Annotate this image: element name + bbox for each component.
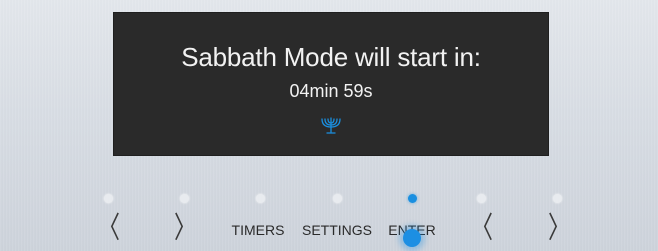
touch-indicator — [403, 229, 421, 247]
timers-button[interactable]: TIMERS — [230, 216, 286, 244]
indicator-dot — [477, 194, 486, 203]
left-next-button[interactable]: 〉 — [174, 209, 196, 247]
settings-button[interactable]: SETTINGS — [298, 216, 376, 244]
indicator-dot — [256, 194, 265, 203]
right-prev-button[interactable]: 〈 — [471, 209, 493, 247]
right-next-button[interactable]: 〉 — [548, 209, 570, 247]
indicator-dot — [553, 194, 562, 203]
control-panel: 〈 〉 TIMERS SETTINGS ENTER 〈 〉 — [0, 0, 658, 251]
indicator-dot — [180, 194, 189, 203]
indicator-dot — [104, 194, 113, 203]
left-prev-button[interactable]: 〈 — [98, 209, 120, 247]
enter-indicator-dot — [408, 194, 417, 203]
indicator-dot — [333, 194, 342, 203]
